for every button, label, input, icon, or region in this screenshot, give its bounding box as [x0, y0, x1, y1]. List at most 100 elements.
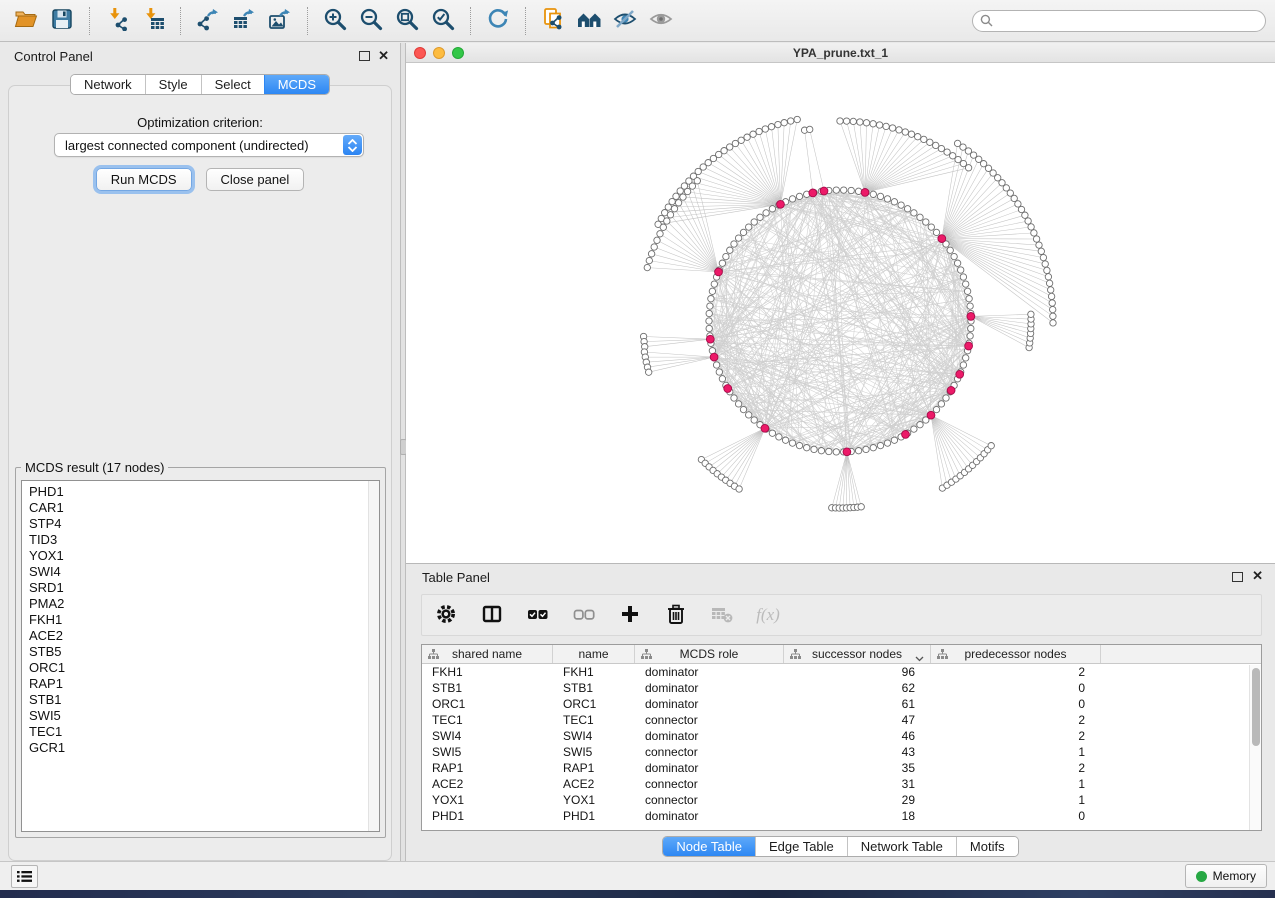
tab-edge-table[interactable]: Edge Table — [755, 837, 847, 856]
task-history-button[interactable] — [11, 865, 38, 888]
zoom-in-button[interactable] — [317, 4, 353, 38]
export-table-button[interactable] — [226, 4, 262, 38]
table-row[interactable]: YOX1YOX1connector291 — [422, 792, 1261, 808]
open-file-button[interactable] — [8, 4, 44, 38]
table-row[interactable]: FKH1FKH1dominator962 — [422, 664, 1261, 680]
memory-status-icon — [1196, 871, 1207, 882]
table-tabs: Node TableEdge TableNetwork TableMotifs — [662, 836, 1018, 857]
column-header-shared-name[interactable]: shared name — [422, 645, 553, 663]
column-header-MCDS-role[interactable]: MCDS role — [635, 645, 784, 663]
delete-column-button[interactable] — [663, 600, 689, 630]
memory-button[interactable]: Memory — [1185, 864, 1267, 888]
save-session-button[interactable] — [44, 4, 80, 38]
column-header-name[interactable]: name — [553, 645, 635, 663]
float-panel-icon[interactable] — [359, 51, 370, 61]
tab-network-table[interactable]: Network Table — [847, 837, 956, 856]
column-label: name — [578, 647, 608, 661]
deselect-all-button[interactable] — [571, 600, 597, 630]
cell-predecessor-nodes: 1 — [931, 793, 1101, 807]
export-image-button[interactable] — [262, 4, 298, 38]
cell-name: SWI4 — [553, 729, 635, 743]
window-zoom-button[interactable] — [452, 47, 464, 59]
table-toolbar: f(x) — [421, 594, 1262, 636]
add-column-button[interactable] — [617, 600, 643, 630]
mcds-result-item[interactable]: STB1 — [22, 692, 379, 708]
mcds-result-item[interactable]: TID3 — [22, 532, 379, 548]
mcds-result-item[interactable]: SWI5 — [22, 708, 379, 724]
zoom-fit-button[interactable] — [389, 4, 425, 38]
mcds-result-item[interactable]: ORC1 — [22, 660, 379, 676]
zoom-selected-button[interactable] — [425, 4, 461, 38]
table-row[interactable]: ORC1ORC1dominator610 — [422, 696, 1261, 712]
criterion-select[interactable]: largest connected component (undirected) — [54, 133, 364, 157]
mcds-result-item[interactable]: GCR1 — [22, 740, 379, 756]
network-graph[interactable] — [406, 63, 1275, 563]
tab-network[interactable]: Network — [71, 75, 145, 94]
cell-name: ORC1 — [553, 697, 635, 711]
table-row[interactable]: PHD1PHD1dominator180 — [422, 808, 1261, 824]
import-network-button[interactable] — [99, 4, 135, 38]
table-row[interactable]: ACE2ACE2connector311 — [422, 776, 1261, 792]
mcds-result-item[interactable]: TEC1 — [22, 724, 379, 740]
window-close-button[interactable] — [414, 47, 426, 59]
run-mcds-button[interactable]: Run MCDS — [96, 168, 192, 191]
import-table-button[interactable] — [135, 4, 171, 38]
mcds-result-item[interactable]: SWI4 — [22, 564, 379, 580]
window-minimize-button[interactable] — [433, 47, 445, 59]
zoom-out-button[interactable] — [353, 4, 389, 38]
mcds-result-item[interactable]: RAP1 — [22, 676, 379, 692]
table-scrollbar[interactable] — [1249, 665, 1261, 830]
tab-style[interactable]: Style — [145, 75, 201, 94]
table-row[interactable]: TEC1TEC1connector472 — [422, 712, 1261, 728]
export-network-button[interactable] — [190, 4, 226, 38]
tab-motifs[interactable]: Motifs — [956, 837, 1018, 856]
result-list-scrollbar[interactable] — [368, 481, 379, 831]
column-header-predecessor-nodes[interactable]: predecessor nodes — [931, 645, 1101, 663]
list-icon — [17, 870, 32, 883]
gear-button[interactable] — [433, 600, 459, 630]
mcds-result-item[interactable]: PMA2 — [22, 596, 379, 612]
tab-select[interactable]: Select — [201, 75, 264, 94]
mcds-result-item[interactable]: ACE2 — [22, 628, 379, 644]
tab-node-table[interactable]: Node Table — [663, 837, 755, 856]
table-row[interactable]: RAP1RAP1dominator352 — [422, 760, 1261, 776]
app-window: Control Panel ✕ NetworkStyleSelectMCDS O… — [0, 0, 1275, 890]
columns-icon — [480, 602, 504, 629]
mcds-result-item[interactable]: STP4 — [22, 516, 379, 532]
cell-successor-nodes: 31 — [784, 777, 931, 791]
close-table-panel-icon[interactable]: ✕ — [1252, 568, 1263, 584]
float-table-panel-icon[interactable] — [1232, 572, 1243, 582]
network-view-canvas[interactable] — [406, 63, 1275, 563]
apply-layout-icon — [486, 7, 510, 34]
cell-shared-name: TEC1 — [422, 713, 553, 727]
mcds-result-item[interactable]: YOX1 — [22, 548, 379, 564]
share-document-button[interactable] — [535, 4, 571, 38]
export-network-icon — [196, 7, 220, 34]
mcds-result-item[interactable]: FKH1 — [22, 612, 379, 628]
cell-predecessor-nodes: 0 — [931, 809, 1101, 823]
mcds-result-list[interactable]: PHD1CAR1STP4TID3YOX1SWI4SRD1PMA2FKH1ACE2… — [21, 480, 380, 832]
show-annotations-button[interactable] — [643, 4, 679, 38]
tab-mcds[interactable]: MCDS — [264, 75, 329, 94]
table-row[interactable]: SWI5SWI5connector431 — [422, 744, 1261, 760]
columns-button[interactable] — [479, 600, 505, 630]
table-row[interactable]: SWI4SWI4dominator462 — [422, 728, 1261, 744]
mcds-result-item[interactable]: STB5 — [22, 644, 379, 660]
search-input[interactable] — [972, 10, 1266, 32]
apply-layout-button[interactable] — [480, 4, 516, 38]
cell-successor-nodes: 18 — [784, 809, 931, 823]
table-scrollbar-thumb[interactable] — [1252, 668, 1260, 746]
close-panel-icon[interactable]: ✕ — [378, 48, 389, 64]
select-all-button[interactable] — [525, 600, 551, 630]
close-panel-button[interactable]: Close panel — [206, 168, 305, 191]
cell-predecessor-nodes: 2 — [931, 729, 1101, 743]
hide-annotations-button[interactable] — [607, 4, 643, 38]
mcds-result-item[interactable]: SRD1 — [22, 580, 379, 596]
mcds-result-item[interactable]: PHD1 — [22, 484, 379, 500]
table-panel: Table Panel ✕ f(x) shared namenameMCDS r… — [406, 563, 1275, 861]
cell-predecessor-nodes: 1 — [931, 777, 1101, 791]
table-row[interactable]: STB1STB1dominator620 — [422, 680, 1261, 696]
home-networks-button[interactable] — [571, 4, 607, 38]
mcds-result-item[interactable]: CAR1 — [22, 500, 379, 516]
column-header-successor-nodes[interactable]: successor nodes — [784, 645, 931, 663]
